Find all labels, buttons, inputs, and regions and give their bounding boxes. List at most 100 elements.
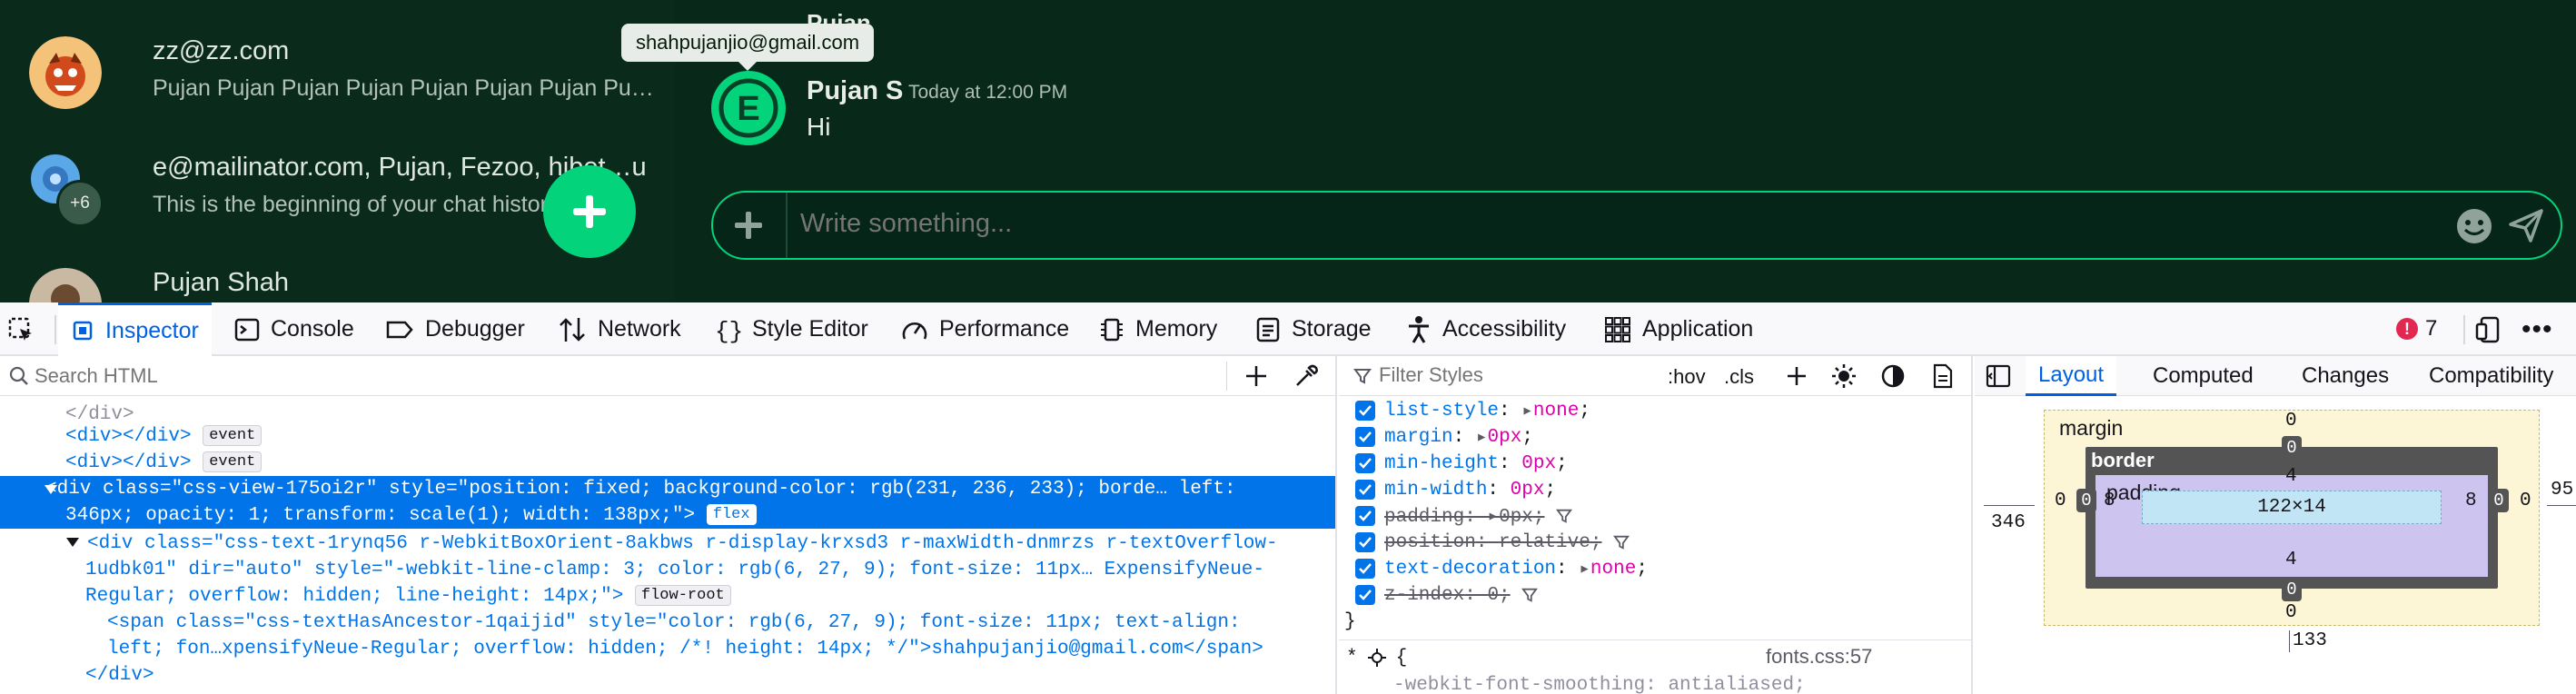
rule-selector[interactable]: *{ xyxy=(1346,645,1407,670)
chat-list-item[interactable]: zz@zz.com Pujan Pujan Pujan Pujan Pujan … xyxy=(29,36,654,109)
storage-icon xyxy=(1256,317,1280,342)
markup-view: </div> <div></div> event <div></div> eve… xyxy=(0,356,1337,694)
more-options-icon[interactable]: ••• xyxy=(2522,302,2553,356)
tab-compatibility[interactable]: Compatibility xyxy=(2429,356,2553,396)
composer-add-button[interactable] xyxy=(726,203,771,248)
filter-styles-input[interactable] xyxy=(1379,363,1651,387)
css-declaration[interactable]: text-decoration: ▸ none; xyxy=(1355,556,1648,581)
expand-arrow-icon[interactable] xyxy=(65,536,80,549)
filter-icon[interactable] xyxy=(1556,508,1573,524)
hover-states-toggle[interactable]: :hov xyxy=(1668,365,1706,389)
padding-top-value[interactable]: 4 xyxy=(2285,466,2297,487)
markup-node[interactable]: <div></div> event xyxy=(65,423,1335,450)
tab-performance[interactable]: Performance xyxy=(901,302,1069,356)
border-bottom-value[interactable]: 0 xyxy=(2282,578,2302,601)
tab-storage[interactable]: Storage xyxy=(1255,302,1372,356)
margin-left-value[interactable]: 0 xyxy=(2055,491,2066,511)
extra-count-badge: +6 xyxy=(56,180,104,227)
position-right-value[interactable]: 95 xyxy=(2551,480,2573,501)
markup-node[interactable]: <span class="css-textHasAncestor-1qaijid… xyxy=(107,610,1335,636)
print-media-icon[interactable] xyxy=(1931,363,1955,389)
declaration-checkbox[interactable] xyxy=(1355,585,1375,605)
search-html-input[interactable] xyxy=(35,363,1197,388)
position-bottom-value[interactable]: 133 xyxy=(2293,630,2327,651)
element-picker-button[interactable] xyxy=(7,302,45,356)
chat-name: zz@zz.com xyxy=(153,36,290,65)
message-author: Pujan S xyxy=(807,76,904,105)
emoji-button[interactable] xyxy=(2455,207,2493,250)
filter-icon[interactable] xyxy=(1613,534,1630,550)
light-theme-icon[interactable] xyxy=(1831,363,1857,389)
css-declaration[interactable]: min-width: 0px; xyxy=(1355,477,1556,502)
declaration-checkbox[interactable] xyxy=(1355,480,1375,500)
margin-right-value[interactable]: 0 xyxy=(2520,491,2531,511)
markup-node[interactable]: <div></div> event xyxy=(65,450,1335,476)
css-declaration[interactable]: list-style: ▸ none; xyxy=(1355,398,1590,423)
css-declaration[interactable]: margin: ▸ 0px; xyxy=(1355,424,1533,450)
position-left-value[interactable]: 346 xyxy=(1991,512,2026,533)
error-count[interactable]: ! 7 xyxy=(2396,316,2437,342)
filter-icon[interactable] xyxy=(1521,587,1539,603)
tab-application[interactable]: Application xyxy=(1604,302,1753,356)
css-declaration-overridden[interactable]: position: relative; xyxy=(1355,530,1630,555)
chat-list-item[interactable]: Pujan Shah xyxy=(29,268,289,302)
responsive-mode-button[interactable] xyxy=(2474,302,2512,356)
css-declaration[interactable]: min-height: 0px; xyxy=(1355,451,1568,476)
chat-preview: Pujan Pujan Pujan Pujan Pujan Pujan Puja… xyxy=(153,75,654,101)
border-left-value[interactable]: 0 xyxy=(2076,489,2096,512)
toolbar-divider xyxy=(54,315,56,344)
plus-icon xyxy=(573,195,606,228)
css-declaration-overridden[interactable]: padding: ▸0px; xyxy=(1355,503,1573,529)
tab-network[interactable]: Network xyxy=(558,302,681,356)
margin-bottom-value[interactable]: 0 xyxy=(2285,602,2297,623)
group-avatar: +6 xyxy=(29,153,104,227)
flex-badge[interactable]: flex xyxy=(706,504,757,525)
event-badge[interactable]: event xyxy=(203,451,263,472)
classes-toggle[interactable]: .cls xyxy=(1724,365,1754,389)
margin-top-value[interactable]: 0 xyxy=(2285,411,2297,431)
tab-layout[interactable]: Layout xyxy=(2026,356,2117,396)
floating-action-button[interactable] xyxy=(543,165,636,258)
event-badge[interactable]: event xyxy=(203,425,263,446)
tab-inspector[interactable]: Inspector xyxy=(58,302,212,356)
selected-markup-node[interactable]: <div class="css-view-175oi2r" style="pos… xyxy=(0,476,1335,529)
tab-style-editor[interactable]: {} Style Editor xyxy=(714,302,868,356)
css-declaration-overridden[interactable]: z-index: 0; xyxy=(1355,582,1539,608)
tab-memory[interactable]: Memory xyxy=(1099,302,1217,356)
toggle-sidebar-icon[interactable] xyxy=(1986,364,2011,388)
highlight-selector-icon[interactable] xyxy=(1367,648,1387,668)
braces-icon: {} xyxy=(715,318,741,343)
declaration-checkbox[interactable] xyxy=(1355,427,1375,447)
add-node-icon[interactable] xyxy=(1244,364,1268,388)
flow-root-badge[interactable]: flow-root xyxy=(634,585,731,606)
stylesheet-source-link[interactable]: fonts.css:57 xyxy=(1766,645,1872,669)
send-button[interactable] xyxy=(2507,206,2545,249)
declaration-checkbox[interactable] xyxy=(1355,532,1375,552)
border-right-value[interactable]: 0 xyxy=(2489,489,2509,512)
border-top-value[interactable]: 0 xyxy=(2282,436,2302,460)
tab-computed[interactable]: Computed xyxy=(2153,356,2254,396)
add-rule-icon[interactable] xyxy=(1786,365,1808,387)
padding-bottom-value[interactable]: 4 xyxy=(2285,550,2297,570)
dark-theme-icon[interactable] xyxy=(1880,363,1906,389)
tab-label: Inspector xyxy=(105,317,199,343)
tab-label: Memory xyxy=(1135,316,1218,342)
declaration-checkbox[interactable] xyxy=(1355,401,1375,421)
toolbar-divider xyxy=(2463,315,2465,344)
markup-node[interactable]: <div class="css-text-1rynq56 r-WebkitBox… xyxy=(87,530,1335,557)
tab-accessibility[interactable]: Accessibility xyxy=(1406,302,1566,356)
declaration-checkbox[interactable] xyxy=(1355,453,1375,473)
composer-input[interactable] xyxy=(800,209,2163,239)
chip-icon xyxy=(1101,318,1123,341)
eyedropper-icon[interactable] xyxy=(1293,363,1319,389)
padding-right-value[interactable]: 8 xyxy=(2465,491,2477,511)
css-declaration[interactable]: -webkit-font-smoothing: antialiased; xyxy=(1393,672,1806,694)
padding-left-value[interactable]: 8 xyxy=(2104,491,2115,511)
collapse-arrow-icon[interactable] xyxy=(44,483,58,496)
tab-console[interactable]: Console xyxy=(234,302,354,356)
declaration-checkbox[interactable] xyxy=(1355,559,1375,579)
tab-debugger[interactable]: Debugger xyxy=(385,302,525,356)
tab-changes[interactable]: Changes xyxy=(2302,356,2389,396)
declaration-checkbox[interactable] xyxy=(1355,506,1375,526)
box-model-content[interactable]: 122×14 xyxy=(2142,491,2442,524)
